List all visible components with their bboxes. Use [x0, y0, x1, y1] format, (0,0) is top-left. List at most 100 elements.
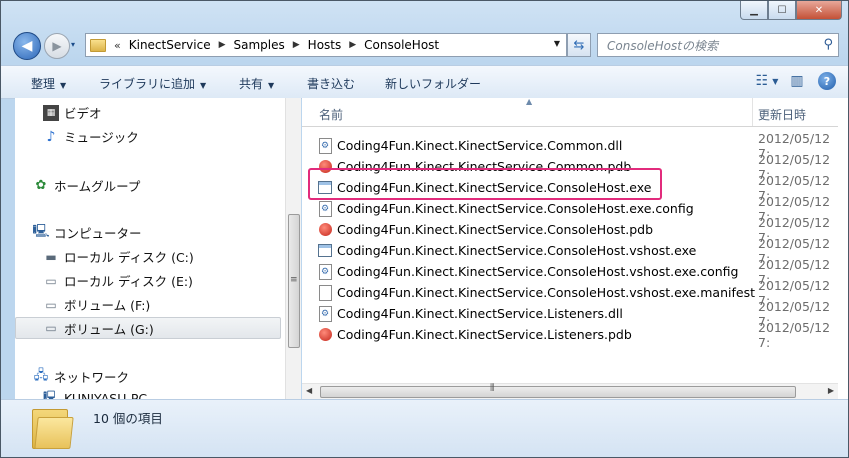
- dll-file-icon: ⚙: [318, 137, 332, 154]
- file-row[interactable]: Coding4Fun.Kinect.KinectService.ConsoleH…: [318, 278, 834, 308]
- breadcrumb-consolehost[interactable]: ConsoleHost: [364, 38, 439, 52]
- file-name: Coding4Fun.Kinect.KinectService.Listener…: [337, 306, 623, 321]
- sidebar-item-label: ローカル ディスク (C:): [64, 250, 194, 265]
- forward-arrow-icon: ▶: [52, 39, 62, 53]
- change-view-button[interactable]: ☷ ▼: [755, 72, 779, 90]
- breadcrumb-separator-icon[interactable]: ▶: [219, 40, 226, 50]
- dll-file-icon: ⚙: [318, 305, 332, 322]
- back-arrow-icon: ◀: [21, 38, 33, 54]
- file-row[interactable]: Coding4Fun.Kinect.KinectService.ConsoleH…: [318, 215, 834, 245]
- navigation-pane: ▦ ビデオ ♪ ミュージック ✿ ホームグループ 🖳 コンピューター ▬ ローカ…: [15, 98, 285, 399]
- file-row[interactable]: Coding4Fun.Kinect.KinectService.ConsoleH…: [318, 236, 834, 266]
- address-bar[interactable]: « KinectService ▶ Samples ▶ Hosts ▶ Cons…: [85, 33, 567, 57]
- sidebar-item-computer[interactable]: 🖳 コンピューター: [32, 223, 142, 242]
- details-pane: 10 個の項目: [1, 399, 848, 457]
- recent-pages-dropdown[interactable]: ▾: [71, 40, 75, 49]
- file-list-horizontal-scrollbar[interactable]: ◀ ⦀ ▶: [302, 383, 838, 400]
- column-header-name[interactable]: 名前: [319, 106, 343, 123]
- breadcrumb-separator-icon[interactable]: ▶: [349, 40, 356, 50]
- sidebar-item-videos[interactable]: ▦ ビデオ: [43, 103, 102, 122]
- help-icon: ?: [823, 74, 831, 88]
- include-in-library-button[interactable]: ライブラリに追加 ▼: [99, 75, 206, 92]
- item-count: 10 個の項目: [93, 411, 163, 426]
- file-row[interactable]: ⚙ Coding4Fun.Kinect.KinectService.Common…: [318, 131, 834, 161]
- highlight-annotation-box: [308, 168, 662, 200]
- scroll-left-icon[interactable]: ◀: [306, 386, 312, 395]
- breadcrumb-samples[interactable]: Samples: [234, 38, 285, 52]
- preview-pane-icon: ▥: [790, 73, 804, 89]
- organize-button[interactable]: 整理 ▼: [31, 75, 66, 92]
- column-divider[interactable]: [752, 98, 753, 126]
- search-box[interactable]: ConsoleHostの検索 ⚲: [597, 33, 839, 57]
- file-row[interactable]: ⚙ Coding4Fun.Kinect.KinectService.Consol…: [318, 257, 834, 287]
- chevron-down-icon: ▼: [60, 81, 67, 90]
- search-icon[interactable]: ⚲: [823, 37, 833, 52]
- new-folder-button[interactable]: 新しいフォルダー: [385, 75, 481, 92]
- file-list-vertical-scrollbar[interactable]: [838, 98, 848, 399]
- explorer-window: ▁ ☐ ✕ ◀ ▶ ▾ « KinectService ▶ Samples ▶ …: [0, 0, 849, 458]
- homegroup-icon: ✿: [35, 178, 47, 193]
- sidebar-item-network[interactable]: 🖧 ネットワーク: [33, 367, 129, 386]
- chevron-down-icon: ▼: [772, 76, 779, 86]
- caption-buttons: ▁ ☐ ✕: [740, 1, 842, 20]
- back-button[interactable]: ◀: [13, 32, 41, 60]
- sidebar-item-music[interactable]: ♪ ミュージック: [43, 127, 139, 146]
- sidebar-item-volume-f[interactable]: ▭ ボリューム (F:): [43, 295, 150, 314]
- navigation-bar: ◀ ▶ ▾ « KinectService ▶ Samples ▶ Hosts …: [1, 25, 848, 63]
- sidebar-item-label: ネットワーク: [54, 370, 130, 385]
- pc-icon: 🖳: [43, 389, 60, 400]
- address-dropdown-icon[interactable]: ▼: [554, 39, 560, 48]
- music-icon: ♪: [46, 128, 56, 145]
- sort-ascending-icon: ▲: [526, 97, 533, 106]
- sidebar-item-label: ミュージック: [64, 130, 139, 145]
- column-header-date-modified[interactable]: 更新日時: [758, 106, 806, 123]
- file-row[interactable]: ⚙ Coding4Fun.Kinect.KinectService.Listen…: [318, 299, 834, 329]
- burn-button[interactable]: 書き込む: [307, 75, 355, 92]
- disk-drive-icon: ▭: [45, 297, 57, 312]
- disk-drive-icon: ▭: [45, 321, 57, 335]
- folder-icon: [90, 38, 106, 52]
- file-name: Coding4Fun.Kinect.KinectService.ConsoleH…: [337, 264, 739, 279]
- file-row[interactable]: Coding4Fun.Kinect.KinectService.Listener…: [318, 320, 834, 350]
- sidebar-item-label: ビデオ: [64, 106, 102, 121]
- view-list-icon: ☷: [755, 73, 769, 89]
- file-row[interactable]: ⚙ Coding4Fun.Kinect.KinectService.Consol…: [318, 194, 834, 224]
- config-file-icon: ⚙: [318, 200, 332, 217]
- refresh-icon: ⇆: [573, 37, 585, 53]
- sidebar-item-kuniyasu-pc[interactable]: 🖳 KUNIYASU-PC: [43, 389, 147, 400]
- breadcrumb-kinectservice[interactable]: KinectService: [129, 38, 211, 52]
- file-date: 2012/05/12 7:: [758, 319, 831, 350]
- file-name: Coding4Fun.Kinect.KinectService.ConsoleH…: [337, 285, 755, 300]
- sidebar-item-local-disk-c[interactable]: ▬ ローカル ディスク (C:): [43, 247, 194, 266]
- close-button[interactable]: ✕: [796, 1, 842, 20]
- sidebar-item-label: ボリューム (G:): [64, 321, 154, 337]
- sidebar-item-volume-g[interactable]: ▭ ボリューム (G:): [15, 317, 281, 339]
- sidebar-item-homegroup[interactable]: ✿ ホームグループ: [33, 176, 141, 195]
- maximize-button[interactable]: ☐: [768, 1, 796, 20]
- help-button[interactable]: ?: [818, 72, 836, 90]
- sidebar-item-label: コンピューター: [54, 226, 142, 241]
- sidebar-item-local-disk-e[interactable]: ▭ ローカル ディスク (E:): [43, 271, 193, 290]
- scroll-right-icon[interactable]: ▶: [828, 386, 834, 395]
- folder-icon: [32, 407, 74, 449]
- scrollbar-thumb[interactable]: [320, 386, 796, 398]
- chevron-down-icon: ▼: [268, 81, 275, 90]
- preview-pane-button[interactable]: ▥: [788, 72, 806, 90]
- refresh-button[interactable]: ⇆: [567, 33, 591, 57]
- breadcrumb-overflow[interactable]: «: [114, 39, 121, 52]
- disk-drive-icon: ▭: [45, 273, 57, 288]
- config-file-icon: ⚙: [318, 263, 332, 280]
- file-name: Coding4Fun.Kinect.KinectService.ConsoleH…: [337, 222, 654, 237]
- forward-button[interactable]: ▶: [44, 33, 70, 59]
- sidebar-item-label: ボリューム (F:): [64, 298, 151, 313]
- share-button[interactable]: 共有 ▼: [239, 75, 274, 92]
- file-name: Coding4Fun.Kinect.KinectService.ConsoleH…: [337, 243, 697, 258]
- scrollbar-grip-icon: ⦀: [490, 383, 495, 394]
- navigation-pane-scrollbar[interactable]: ≡: [285, 98, 301, 399]
- breadcrumb-separator-icon[interactable]: ▶: [293, 40, 300, 50]
- sidebar-item-label: ホームグループ: [54, 179, 141, 194]
- minimize-button[interactable]: ▁: [740, 1, 768, 20]
- breadcrumb-hosts[interactable]: Hosts: [308, 38, 342, 52]
- video-icon: ▦: [43, 104, 59, 121]
- view-controls: ☷ ▼ ▥ ?: [755, 72, 836, 90]
